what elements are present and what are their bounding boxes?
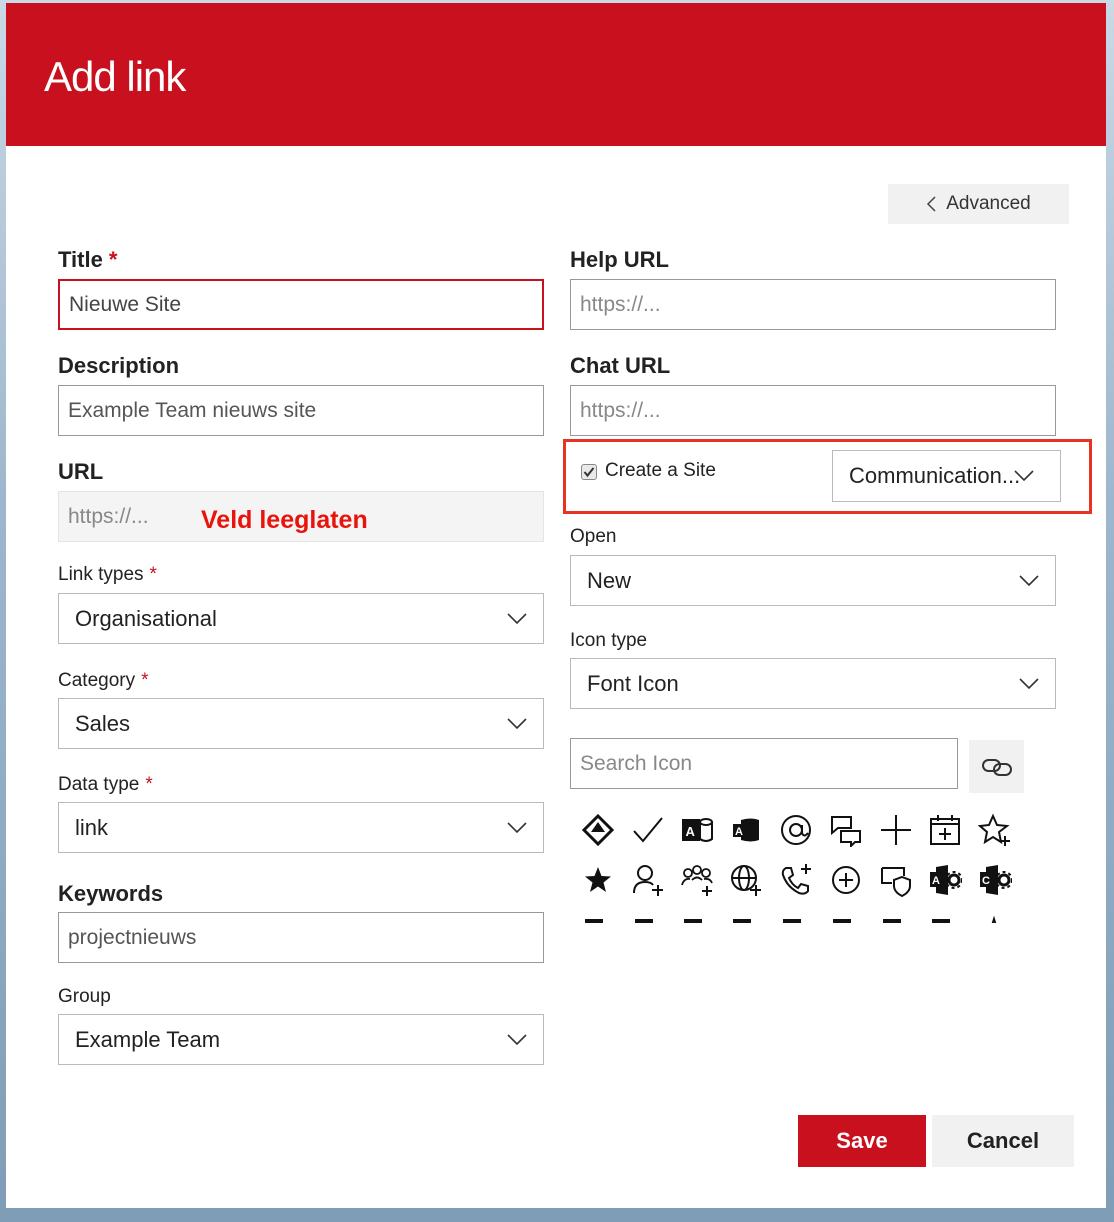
partial-icon[interactable] <box>776 908 816 923</box>
advanced-label: Advanced <box>946 193 1031 214</box>
svg-text:A: A <box>686 824 696 839</box>
keywords-input[interactable]: projectnieuws <box>58 912 544 963</box>
chat-url-label: Chat URL <box>570 353 671 378</box>
data-type-select[interactable]: link <box>58 802 544 853</box>
chevron-down-icon <box>507 612 527 624</box>
category-select[interactable]: Sales <box>58 698 544 749</box>
title-input[interactable]: Nieuwe Site <box>58 279 544 330</box>
data-type-label: Data type * <box>58 774 153 795</box>
description-input[interactable]: Example Team nieuws site <box>58 385 544 436</box>
svg-text:C: C <box>982 875 990 887</box>
svg-text:A: A <box>735 826 743 838</box>
partial-icon[interactable] <box>628 908 668 923</box>
highlight-box <box>563 439 1092 514</box>
link-types-select[interactable]: Organisational <box>58 593 544 644</box>
add-phone-icon[interactable] <box>776 860 816 900</box>
partial-icon[interactable] <box>925 908 965 923</box>
link-icon <box>981 758 1012 776</box>
partial-icon[interactable] <box>826 908 866 923</box>
group-select[interactable]: Example Team <box>58 1014 544 1065</box>
add-group-icon[interactable] <box>677 860 717 900</box>
add-link-dialog: Add link Advanced Title * Nieuwe Site Des… <box>6 3 1106 1208</box>
checkmark-icon[interactable] <box>628 810 668 850</box>
category-label: Category * <box>58 670 149 691</box>
required-marker: * <box>141 670 149 691</box>
add-friend-icon[interactable] <box>628 860 668 900</box>
search-icon-input[interactable]: Search Icon <box>570 738 958 789</box>
azure-devops-icon[interactable] <box>578 810 618 850</box>
add-online-meeting-icon[interactable] <box>726 860 766 900</box>
save-button[interactable]: Save <box>798 1115 926 1167</box>
help-url-label: Help URL <box>570 247 669 272</box>
help-url-input[interactable]: https://... <box>570 279 1056 330</box>
cancel-button[interactable]: Cancel <box>932 1115 1074 1167</box>
partial-icon[interactable] <box>726 908 766 923</box>
admin-settings-icon[interactable]: C <box>975 860 1015 900</box>
chevron-left-icon <box>927 196 936 212</box>
link-types-label: Link types * <box>58 564 157 585</box>
link-button[interactable] <box>969 740 1024 793</box>
access-database-icon[interactable]: A <box>677 810 717 850</box>
description-label: Description <box>58 353 180 378</box>
icon-picker-grid: A A A C <box>578 808 1028 923</box>
access-logo-icon[interactable]: A <box>726 810 766 850</box>
chevron-down-icon <box>1019 677 1039 689</box>
chevron-down-icon <box>507 1033 527 1045</box>
star-filled-icon[interactable] <box>578 860 618 900</box>
calendar-add-icon[interactable] <box>925 810 965 850</box>
chevron-down-icon <box>507 821 527 833</box>
circle-plus-icon[interactable] <box>826 860 866 900</box>
icon-type-label: Icon type <box>570 630 648 651</box>
chat-bubbles-icon[interactable] <box>826 810 866 850</box>
group-label: Group <box>58 986 111 1007</box>
url-annotation: Veld leeglaten <box>201 506 368 534</box>
svg-text:A: A <box>932 875 940 887</box>
add-favorite-icon[interactable] <box>975 810 1015 850</box>
dialog-header: Add link <box>6 3 1106 146</box>
open-label: Open <box>570 526 617 547</box>
access-admin-icon[interactable]: A <box>925 860 965 900</box>
chevron-down-icon <box>507 717 527 729</box>
chevron-down-icon <box>1019 574 1039 586</box>
plus-icon[interactable] <box>876 810 916 850</box>
partial-icon[interactable] <box>578 908 618 923</box>
required-marker: * <box>108 247 118 272</box>
dialog-title: Add link <box>44 53 186 100</box>
partial-icon[interactable] <box>677 908 717 923</box>
admin-shield-icon[interactable] <box>876 860 916 900</box>
url-label: URL <box>58 459 104 484</box>
keywords-label: Keywords <box>58 881 164 906</box>
required-marker: * <box>145 774 153 795</box>
advanced-button[interactable]: Advanced <box>888 184 1069 224</box>
required-marker: * <box>149 564 157 585</box>
icon-type-select[interactable]: Font Icon <box>570 658 1056 709</box>
partial-icon[interactable] <box>876 908 916 923</box>
title-label: Title * <box>58 247 118 272</box>
open-select[interactable]: New <box>570 555 1056 606</box>
at-mention-icon[interactable] <box>776 810 816 850</box>
chat-url-input[interactable]: https://... <box>570 385 1056 436</box>
partial-icon[interactable] <box>975 908 1015 923</box>
